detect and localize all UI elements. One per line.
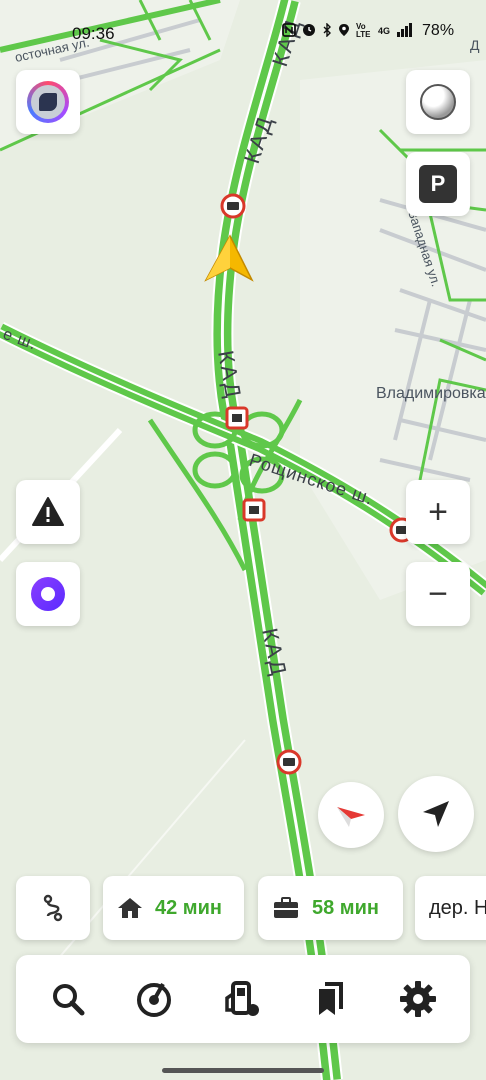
place-label: дер. Н: [429, 896, 486, 919]
volte-icon: Vo LTE: [356, 22, 371, 39]
status-icons: Vo LTE 4G 78%: [282, 21, 455, 40]
zoom-out-button[interactable]: −: [406, 562, 470, 626]
home-eta: 42 мин: [155, 896, 222, 919]
vladimirovka-label: Владимировка: [376, 385, 486, 402]
shortcuts-row: 42 мин 58 мин дер. Н: [16, 876, 486, 940]
navigation-arrow-icon: [423, 801, 449, 827]
warning-icon: [32, 497, 64, 526]
report-event-button[interactable]: [16, 480, 80, 544]
battery-level: 78%: [422, 22, 455, 39]
camera-icon[interactable]: [276, 749, 302, 775]
settings-icon: [400, 981, 436, 1017]
routes-chip[interactable]: [16, 876, 90, 940]
traffic-camera-icon[interactable]: [225, 406, 249, 430]
home-indicator: [162, 1068, 324, 1073]
parking-button[interactable]: P: [406, 152, 470, 216]
music-button[interactable]: [124, 969, 184, 1029]
location-icon: [338, 23, 350, 40]
nfc-icon: [282, 22, 296, 40]
search-button[interactable]: [38, 969, 98, 1029]
profile-avatar-button[interactable]: [16, 70, 80, 134]
bookmarks-button[interactable]: [300, 969, 360, 1029]
bluetooth-icon: [322, 21, 332, 40]
status-time: 09:36: [72, 24, 115, 43]
home-icon: [118, 898, 142, 918]
place-chip[interactable]: дер. Н: [415, 876, 486, 940]
work-chip[interactable]: 58 мин: [258, 876, 403, 940]
status-bar: 09:36 Vo LTE 4G 78%: [0, 18, 486, 48]
work-icon: [274, 897, 298, 918]
search-icon: [53, 984, 85, 1016]
bottom-toolbar: [16, 955, 470, 1043]
traffic-camera-icon[interactable]: [242, 498, 266, 522]
fuel-icon: [225, 981, 259, 1016]
parking-icon: P: [419, 165, 457, 203]
route-icon: [43, 894, 63, 922]
layers-button[interactable]: [406, 70, 470, 134]
fuel-button[interactable]: [212, 969, 272, 1029]
music-icon: [137, 983, 171, 1017]
camera-icon[interactable]: [220, 193, 246, 219]
home-chip[interactable]: 42 мин: [103, 876, 244, 940]
network-type: 4G: [378, 26, 391, 36]
my-location-button[interactable]: [398, 776, 474, 852]
signal-icon: [396, 22, 413, 40]
work-eta: 58 мин: [312, 896, 379, 919]
compass-icon: [337, 807, 365, 827]
zoom-in-button[interactable]: +: [406, 480, 470, 544]
alice-icon: [31, 577, 65, 611]
bookmarks-icon: [319, 982, 343, 1015]
settings-button[interactable]: [388, 969, 448, 1029]
alice-assistant-button[interactable]: [16, 562, 80, 626]
layers-icon: [420, 84, 456, 120]
avatar: [27, 81, 69, 123]
alarm-icon: [302, 23, 316, 40]
compass-button[interactable]: [318, 782, 384, 848]
